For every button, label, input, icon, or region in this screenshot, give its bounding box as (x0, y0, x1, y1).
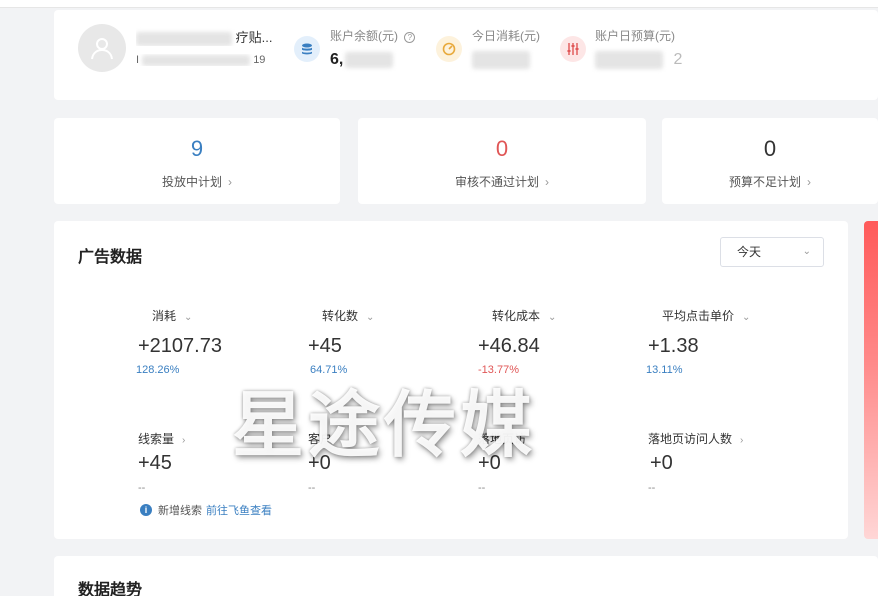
metric-cpc-label[interactable]: 平均点击单价 ⌄ (662, 307, 750, 324)
metric-landing-visitors-value: +0 (650, 452, 673, 474)
metric-spend-change: 128.26% (136, 364, 180, 376)
chevron-down-icon: ⌄ (742, 312, 751, 323)
account-card: 疗贴... I 19 账户余额(元) ? 6, 今日消耗(元) 账户日预算(元)… (54, 10, 878, 100)
watermark: 星途传媒 (232, 383, 537, 467)
summary-active-count: 9 (190, 136, 204, 161)
browser-bookmark-strip (0, 0, 878, 8)
redacted-budget (595, 51, 663, 69)
balance-label: 账户余额(元) ? (330, 27, 416, 44)
side-promo-panel[interactable] (864, 221, 878, 539)
metric-customers-change: -- (308, 482, 316, 494)
metric-leads-value: +45 (138, 452, 172, 474)
summary-active-link[interactable]: 投放中计划 › (54, 173, 340, 190)
account-name: 疗贴... (136, 27, 294, 46)
chevron-right-icon: › (182, 435, 186, 446)
info-icon: i (140, 504, 152, 516)
ad-data-title: 广告数据 (78, 249, 143, 266)
metric-conversions-value: +45 (308, 335, 342, 357)
redacted-today-spend (472, 51, 530, 69)
account-id: I 19 (136, 54, 276, 66)
metric-spend-label[interactable]: 消耗 ⌄ (152, 307, 192, 324)
feiyu-link[interactable]: 前往飞鱼查看 (206, 502, 272, 518)
today-spend-value (472, 51, 530, 69)
summary-rejected-count: 0 (495, 136, 509, 161)
chevron-right-icon: › (545, 175, 549, 189)
redacted-id (142, 54, 251, 66)
metric-conversion-cost-value: +46.84 (478, 335, 540, 357)
coins-icon (294, 36, 320, 62)
today-spend-label: 今日消耗(元) (472, 29, 540, 43)
summary-rejected-link[interactable]: 审核不通过计划 › (358, 173, 646, 190)
avatar[interactable] (78, 24, 126, 72)
metric-spend-value: +2107.73 (138, 335, 222, 357)
account-id-suffix: 19 (253, 54, 266, 66)
account-id-prefix: I (136, 54, 140, 66)
chevron-right-icon: › (807, 175, 811, 189)
new-leads-text: 新增线索 (158, 505, 202, 517)
chevron-down-icon: ⌄ (802, 246, 811, 257)
summary-card-rejected[interactable]: 0 审核不通过计划 › (358, 118, 646, 204)
new-leads-info: i 新增线索 前往飞鱼查看 (140, 502, 272, 518)
chevron-right-icon: › (740, 435, 744, 446)
redacted-balance (345, 51, 394, 68)
summary-budget-link[interactable]: 预算不足计划 › (662, 173, 878, 190)
summary-card-active[interactable]: 9 投放中计划 › (54, 118, 340, 204)
sliders-icon (560, 36, 586, 62)
metric-landing-visits-change: -- (478, 482, 486, 494)
summary-card-budget[interactable]: 0 预算不足计划 › (662, 118, 878, 204)
metric-leads-change: -- (138, 482, 146, 494)
metric-landing-visitors-label[interactable]: 落地页访问人数 › (648, 430, 743, 447)
trend-card: 数据趋势 (54, 556, 878, 596)
account-name-text: 疗贴... (235, 30, 273, 45)
chevron-right-icon: › (228, 175, 232, 189)
date-range-select[interactable]: 今天 ⌄ (720, 237, 824, 267)
trend-title: 数据趋势 (78, 582, 143, 596)
redacted-name (136, 31, 232, 46)
chevron-down-icon: ⌄ (366, 312, 375, 323)
metric-conversions-label[interactable]: 转化数 ⌄ (322, 307, 374, 324)
chevron-down-icon: ⌄ (184, 312, 193, 323)
chevron-down-icon: ⌄ (548, 312, 557, 323)
balance-value: 6, (330, 51, 394, 69)
metric-landing-visitors-change: -- (648, 482, 656, 494)
daily-budget-value: 2 (595, 51, 682, 69)
metric-cpc-value: +1.38 (648, 335, 699, 357)
daily-budget-label: 账户日预算(元) (595, 29, 675, 43)
metric-leads-label[interactable]: 线索量 › (138, 430, 185, 447)
user-icon (91, 38, 113, 60)
gauge-icon (436, 36, 462, 62)
summary-budget-count: 0 (763, 136, 777, 161)
metric-conversion-cost-label[interactable]: 转化成本 ⌄ (492, 307, 556, 324)
metric-cpc-change: 13.11% (646, 364, 683, 376)
help-icon[interactable]: ? (404, 32, 416, 43)
